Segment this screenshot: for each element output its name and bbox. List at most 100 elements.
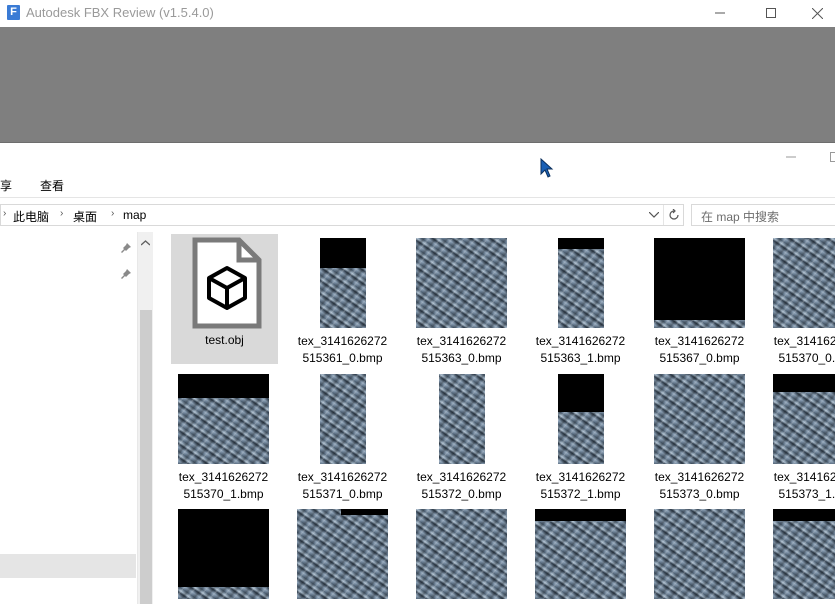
bmp-thumbnail (773, 509, 835, 599)
file-item[interactable]: tex_3141626272 515373_0.bmp (646, 370, 753, 501)
file-name-line2: 515370_0.bmp (778, 351, 835, 365)
file-name-line1: tex_3141626272 (178, 470, 269, 484)
bmp-thumbnail (654, 374, 745, 464)
file-name-line1: tex_3141626272 (535, 470, 626, 484)
file-name-line2: 515363_0.bmp (421, 351, 502, 365)
file-name-line2: 515363_1.bmp (540, 351, 621, 365)
file-name-line1: tex_3141626272 (297, 470, 388, 484)
bmp-thumbnail (654, 509, 745, 599)
file-name-line1: tex_3141626272 (416, 470, 507, 484)
bmp-thumbnail (773, 238, 835, 328)
fbx-titlebar: F Autodesk FBX Review (v1.5.4.0) (0, 0, 835, 27)
bmp-thumbnail (178, 509, 269, 599)
fbx-viewport[interactable] (0, 27, 835, 143)
file-name-line2: 515372_0.bmp (421, 487, 502, 501)
3d-object-file-icon (192, 237, 262, 329)
file-name-line1: tex_3141626272 (773, 334, 835, 348)
file-item[interactable] (765, 507, 835, 604)
file-name-line1: tex_3141626272 (654, 334, 745, 348)
file-item[interactable]: tex_3141626272 515373_1.bmp (765, 370, 835, 501)
address-bar[interactable]: › 此电脑 › 桌面 › map (0, 204, 684, 226)
chevron-right-icon: › (60, 208, 64, 219)
file-name-line2: 515370_1.bmp (183, 487, 264, 501)
maximize-icon (766, 8, 776, 18)
file-item[interactable]: tex_3141626272 515371_0.bmp (289, 370, 396, 501)
window-title: Autodesk FBX Review (v1.5.4.0) (26, 5, 214, 20)
file-name-line2: 515373_1.bmp (778, 487, 835, 501)
file-name-line2: 515373_0.bmp (659, 487, 740, 501)
pin-icon[interactable] (120, 242, 134, 256)
file-name-line1: tex_3141626272 (297, 334, 388, 348)
refresh-button[interactable] (663, 205, 683, 225)
breadcrumb-desktop[interactable]: 桌面 (73, 208, 97, 225)
bmp-thumbnail (297, 509, 388, 599)
minimize-button[interactable] (697, 0, 743, 26)
search-placeholder: 在 map 中搜索 (701, 210, 780, 224)
file-item[interactable]: tex_3141626272 515367_0.bmp (646, 234, 753, 365)
file-item[interactable]: tex_3141626272 515372_1.bmp (527, 370, 634, 501)
maximize-icon (830, 152, 835, 162)
explorer-maximize-button[interactable] (830, 151, 835, 165)
mouse-cursor-icon (540, 158, 554, 178)
file-name-line1: tex_3141626272 (416, 334, 507, 348)
chevron-up-icon (141, 240, 150, 246)
file-name: test.obj (205, 333, 244, 347)
file-name-line2: 515372_1.bmp (540, 487, 621, 501)
ribbon-tabs: 享 查看 (0, 171, 835, 198)
file-item[interactable] (170, 507, 277, 604)
bmp-thumbnail (438, 374, 485, 464)
scroll-thumb[interactable] (140, 310, 152, 604)
fbx-logo-icon: F (7, 5, 20, 20)
tab-share[interactable]: 享 (0, 177, 12, 194)
file-item[interactable]: tex_3141626272 515363_0.bmp (408, 234, 515, 365)
file-item[interactable] (408, 507, 515, 604)
refresh-icon (668, 209, 679, 220)
address-history-dropdown[interactable] (645, 205, 663, 225)
file-name-line1: tex_3141626272 (654, 470, 745, 484)
file-item[interactable]: tex_3141626272 515372_0.bmp (408, 370, 515, 501)
file-explorer-window: 享 查看 › 此电脑 › 桌面 › map 在 map 中搜索 test.obj… (0, 143, 835, 604)
chevron-right-icon: › (111, 208, 115, 219)
file-name-line1: tex_3141626272 (535, 334, 626, 348)
file-item[interactable] (289, 507, 396, 604)
maximize-button[interactable] (748, 0, 794, 26)
file-item[interactable]: tex_3141626272 515370_1.bmp (170, 370, 277, 501)
minimize-icon (715, 12, 725, 14)
tab-view[interactable]: 查看 (40, 177, 64, 194)
file-name-line2: 515371_0.bmp (302, 487, 383, 501)
pin-icon[interactable] (120, 268, 134, 282)
bmp-thumbnail (319, 374, 366, 464)
pin-icon (121, 243, 131, 253)
bmp-thumbnail (773, 374, 835, 464)
file-name-line1: tex_3141626272 (773, 470, 835, 484)
search-input[interactable]: 在 map 中搜索 (691, 204, 835, 226)
nav-item-selected[interactable] (0, 554, 136, 578)
file-item[interactable]: tex_3141626272 515363_1.bmp (527, 234, 634, 365)
breadcrumb-this-pc[interactable]: 此电脑 (13, 208, 49, 225)
file-item[interactable]: tex_3141626272 515370_0.bmp (765, 234, 835, 365)
file-item[interactable]: test.obj (171, 234, 278, 364)
file-name-line2: 515367_0.bmp (659, 351, 740, 365)
file-item[interactable]: tex_3141626272 515361_0.bmp (289, 234, 396, 365)
bmp-thumbnail (654, 238, 745, 328)
file-item[interactable] (527, 507, 634, 604)
explorer-minimize-button[interactable] (786, 151, 796, 165)
minimize-icon (786, 156, 796, 158)
bmp-thumbnail (557, 374, 604, 464)
bmp-thumbnail (557, 238, 604, 328)
close-icon (811, 7, 823, 19)
file-name-line2: 515361_0.bmp (302, 351, 383, 365)
bmp-thumbnail (416, 238, 507, 328)
nav-scrollbar[interactable] (137, 232, 153, 604)
file-item[interactable] (646, 507, 753, 604)
file-grid: test.obj tex_3141626272 515361_0.bmp tex_… (153, 232, 835, 604)
bmp-thumbnail (535, 509, 626, 599)
bmp-thumbnail (178, 374, 269, 464)
bmp-thumbnail (319, 238, 366, 328)
scroll-up-button[interactable] (138, 236, 153, 250)
breadcrumb-map[interactable]: map (123, 208, 146, 222)
chevron-right-icon: › (3, 208, 7, 219)
navigation-pane[interactable] (0, 232, 137, 604)
pin-icon (121, 269, 131, 279)
close-button[interactable] (794, 0, 835, 26)
